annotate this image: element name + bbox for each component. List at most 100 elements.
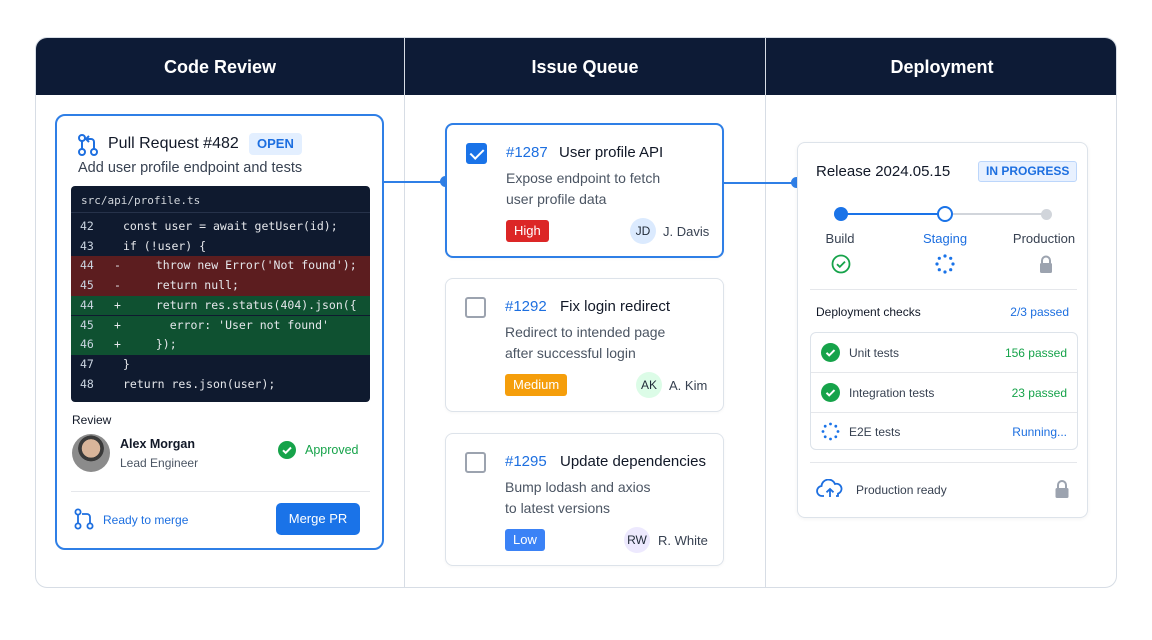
line-number: 46 [80,337,94,352]
column-divider [765,38,766,587]
check-circle-icon [278,441,296,459]
assignee-avatar: RW [624,527,650,553]
column-title-issue-queue: Issue Queue [531,57,639,77]
pipeline-progress-done [841,213,945,215]
code-text: const user = await getUser(id); [123,219,338,233]
pull-request-card[interactable]: Pull Request #482 OPEN Add user profile … [55,114,384,550]
priority-badge: High [506,220,549,242]
issue-number[interactable]: #1295 [505,453,547,470]
stage-dot-build [834,207,848,221]
line-number: 42 [80,219,94,233]
code-diff: src/api/profile.ts 42 const user = await … [71,186,370,402]
issue-description-line: to latest versions [505,500,611,516]
cloud-upload-icon [816,479,843,497]
issue-card[interactable]: #1287 User profile API Expose endpoint to … [445,123,724,258]
issue-description: Expose endpoint to fetch user profile dat… [506,168,706,210]
divider [810,289,1077,290]
issue-checkbox[interactable] [465,297,486,318]
check-row[interactable]: E2E tests Running... [811,412,1077,451]
issue-title: Update dependencies [560,453,706,470]
check-row[interactable]: Integration tests 23 passed [811,373,1077,413]
divider [71,491,370,492]
issue-description-line: Bump lodash and axios [505,479,651,495]
connector-line [384,181,446,183]
issue-title: Fix login redirect [560,298,671,315]
deployment-checks-title: Deployment checks [816,305,921,319]
issue-card[interactable]: #1295 Update dependencies Bump lodash and … [445,433,724,566]
connector-line [724,182,797,184]
issue-number[interactable]: #1292 [505,298,547,315]
ready-to-merge-text: Ready to merge [103,513,189,527]
line-number: 44 [80,258,94,273]
deployment-card[interactable]: Release 2024.05.15 IN PROGRESS Build Sta… [797,142,1088,518]
code-text: } [123,356,130,371]
check-status: Running... [1012,425,1067,439]
diff-separator [71,212,370,213]
column-title-deployment: Deployment [890,57,994,77]
code-text: return res.json(user); [123,376,276,391]
diff-line-add: 46 + }); [71,335,370,355]
check-name: Unit tests [849,346,900,360]
pr-status-badge: OPEN [249,133,302,155]
pull-request-subtitle: Add user profile endpoint and tests [78,160,303,176]
stage-label-staging[interactable]: Staging [905,231,985,246]
issue-number[interactable]: #1287 [506,144,548,161]
loading-spinner-icon [821,422,840,441]
check-circle-icon [821,382,840,402]
issue-checkbox[interactable] [466,143,487,164]
line-number: 45 [80,317,94,332]
line-number: 45 [80,278,94,293]
pipeline-progress-pending [945,213,1046,215]
review-status: Approved [305,443,359,457]
release-status-badge: IN PROGRESS [978,161,1078,182]
priority-badge: Low [505,529,545,551]
stage-dot-production [1041,209,1052,220]
diff-file-path: src/api/profile.ts [81,194,201,207]
diff-line-ctx: 43 if (!user) { [71,237,370,257]
assignee-name: J. Davis [663,224,710,239]
column-divider [404,38,405,587]
loading-spinner-icon [935,254,955,274]
issue-title: User profile API [559,144,664,161]
check-circle-icon [821,343,840,362]
assignee-avatar: JD [630,218,656,244]
git-merge-icon [74,508,94,530]
review-section-label: Review [72,413,112,427]
stage-label-production[interactable]: Production [1004,231,1084,246]
assignee-avatar: AK [636,372,662,398]
diff-marker: - [114,258,121,273]
stage-label-build[interactable]: Build [800,231,880,246]
issue-description-line: Redirect to intended page [505,324,666,340]
diff-marker: + [114,337,121,352]
check-row[interactable]: Unit tests 156 passed [811,333,1077,373]
lock-icon [1040,255,1052,273]
code-text: return null; [142,278,239,293]
git-pull-request-icon [78,134,98,156]
assignee-name: A. Kim [669,378,708,393]
issue-description-line: Expose endpoint to fetch [506,170,661,186]
merge-pr-button[interactable]: Merge PR [276,503,360,535]
issue-card[interactable]: #1292 Fix login redirect Redirect to inten… [445,278,724,412]
diff-line-add: 45 + error: 'User not found' [71,315,370,336]
column-title-code-review: Code Review [163,57,277,77]
deployment-checks-count: 2/3 passed [1010,305,1069,319]
issue-description: Bump lodash and axios to latest versions [505,477,705,519]
diff-line-del: 45 - return null; [71,276,370,296]
code-text: }); [142,337,177,352]
diff-line-add: 44 + return res.status(404).json({ [71,295,370,316]
issue-description: Redirect to intended page after successfu… [505,322,705,364]
release-title: Release 2024.05.15 [816,163,951,180]
code-text: error: 'User not found' [142,317,329,332]
line-number: 48 [80,376,94,391]
check-circle-outline-icon [831,254,851,274]
diff-line-ctx: 42 const user = await getUser(id); [71,217,370,237]
divider [810,462,1077,463]
board-header: Code Review Issue Queue Deployment [36,38,1116,95]
reviewer-avatar [72,434,110,472]
line-number: 43 [80,238,94,253]
check-status: 23 passed [1011,385,1067,400]
reviewer-name: Alex Morgan [120,437,196,451]
code-text: if (!user) { [123,238,207,253]
issue-checkbox[interactable] [465,452,486,473]
assignee-name: R. White [658,533,708,548]
